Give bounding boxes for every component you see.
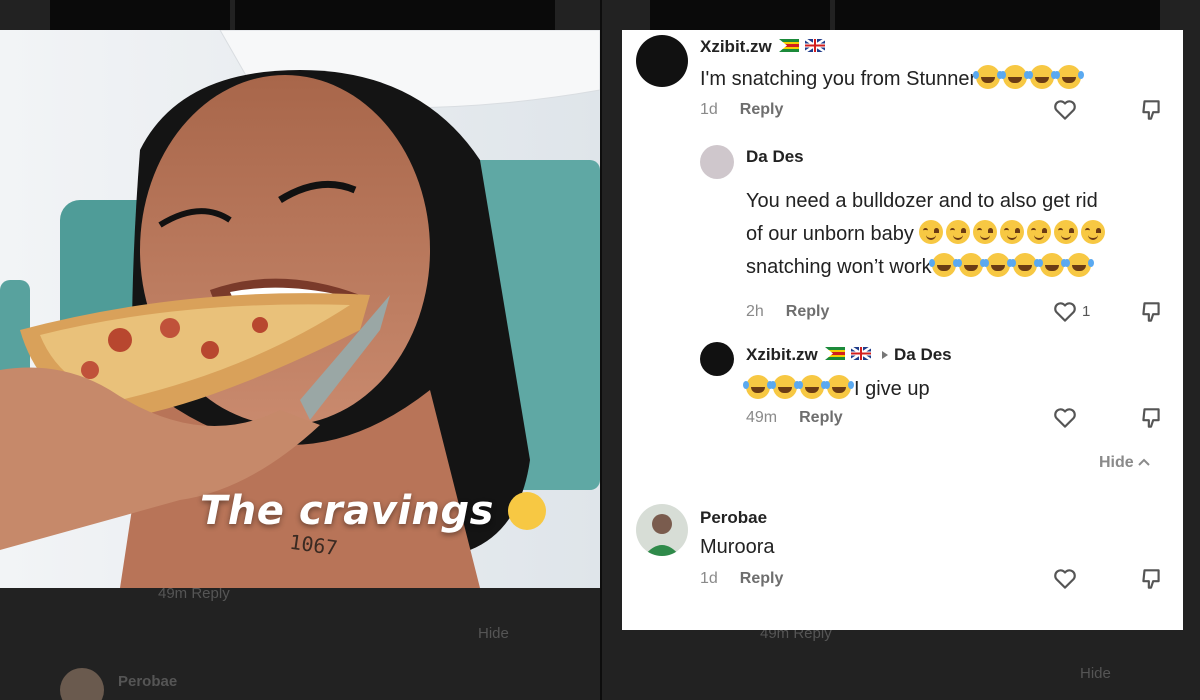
story-caption: The cravings [200, 488, 549, 534]
comment-text-content: I'm snatching you from Stunner [700, 68, 977, 90]
background-avatar [60, 668, 104, 700]
laughing-emoji-icon [973, 65, 1001, 89]
laughing-emoji-icon [1054, 65, 1082, 89]
relieved-emoji-icon [973, 220, 998, 244]
top-bar-left [650, 0, 830, 30]
zimbabwe-flag-icon [824, 347, 845, 360]
comment-meta: 1d Reply [700, 570, 783, 588]
comment-text: I give up [743, 373, 930, 406]
laughing-emoji-icon [824, 375, 851, 399]
heart-icon[interactable] [1052, 566, 1078, 592]
comment-text-line: snatching won’t work [746, 251, 1108, 284]
laughing-emoji-icon [1036, 253, 1064, 277]
commenter-name[interactable]: Xzibit.zw [700, 37, 826, 57]
avatar[interactable] [636, 504, 688, 556]
zimbabwe-flag-icon [778, 39, 799, 52]
relieved-emoji-icon [1027, 220, 1052, 244]
comment-text: Muroora [700, 536, 775, 558]
commenter-name-text: Xzibit.zw [700, 37, 772, 56]
hide-label: Hide [1099, 454, 1134, 471]
reply-button[interactable]: Reply [786, 303, 830, 320]
reply-button[interactable]: Reply [740, 101, 784, 118]
commenter-name-text: Xzibit.zw [746, 345, 818, 364]
comment-time: 49m [746, 409, 778, 426]
avatar-image [644, 514, 680, 556]
laughing-emoji-icon [770, 375, 797, 399]
dislike-icon[interactable] [1138, 405, 1164, 431]
avatar[interactable] [636, 35, 688, 87]
comments-card: Xzibit.zw I'm snatching you from Stunner… [622, 30, 1183, 630]
laughing-emoji-icon [797, 375, 824, 399]
relieved-emoji-icon [1000, 220, 1025, 244]
comment-time: 1d [700, 101, 718, 118]
background-commenter-name: Perobae [118, 673, 178, 690]
avatar[interactable] [700, 342, 734, 376]
laughing-emoji-icon [982, 253, 1010, 277]
heart-icon[interactable] [1052, 299, 1078, 325]
comment-text-content: I give up [854, 378, 930, 400]
commenter-name[interactable]: Xzibit.zw Da Des [746, 345, 952, 365]
comment-text: I'm snatching you from Stunner [700, 63, 1084, 96]
laughing-emoji-icon [1027, 65, 1055, 89]
top-bar-right [835, 0, 1160, 30]
relieved-emoji-icon [1081, 220, 1106, 244]
relieved-emoji-icon [1054, 220, 1079, 244]
comment-meta: 49m Reply [746, 409, 843, 427]
heart-icon[interactable] [1052, 97, 1078, 123]
avatar[interactable] [700, 145, 734, 179]
comment-time: 2h [746, 303, 764, 320]
play-triangle-icon [881, 351, 888, 359]
reply-button[interactable]: Reply [740, 570, 784, 587]
uk-flag-icon [805, 39, 826, 52]
comment-time: 1d [700, 570, 718, 587]
top-bar-right [235, 0, 555, 30]
laughing-emoji-icon [955, 253, 983, 277]
dislike-icon[interactable] [1138, 299, 1164, 325]
comment-meta: 1d Reply [700, 101, 783, 119]
laughing-emoji-icon [1009, 253, 1037, 277]
background-hide-label: Hide [1080, 665, 1111, 682]
comment-text-line: You need a bulldozer and to also get rid [746, 190, 1098, 212]
commenter-name[interactable]: Da Des [746, 147, 804, 167]
commenter-name[interactable]: Perobae [700, 508, 767, 528]
selfie-photo: 1067 The cravings [0, 30, 600, 588]
laughing-emoji-icon [743, 375, 770, 399]
laughing-emoji-icon [1000, 65, 1028, 89]
like-count: 1 [1082, 303, 1091, 320]
relieved-emoji-icon [919, 220, 944, 244]
heart-icon[interactable] [1052, 405, 1078, 431]
dislike-icon[interactable] [1138, 97, 1164, 123]
left-story-panel: 49m Reply Hide Perobae 1067 The cravings [0, 0, 600, 700]
laughing-emoji-icon [928, 253, 956, 277]
crying-emoji-icon [508, 492, 547, 530]
chevron-up-icon [1138, 458, 1150, 466]
hide-replies-button[interactable]: Hide [1099, 454, 1150, 472]
comment-meta: 2h Reply [746, 303, 829, 321]
comment-text-content: snatching won’t work [746, 256, 932, 278]
uk-flag-icon [851, 347, 872, 360]
laughing-emoji-icon [1063, 253, 1091, 277]
reply-to-name[interactable]: Da Des [894, 345, 952, 364]
caption-text: The cravings [200, 488, 494, 534]
comment-text-line: of our unborn baby [746, 218, 1108, 251]
comment-text-content: of our unborn baby [746, 223, 914, 245]
relieved-emoji-icon [946, 220, 971, 244]
comment-text: You need a bulldozer and to also get rid… [746, 185, 1108, 284]
dislike-icon[interactable] [1138, 566, 1164, 592]
background-hide-label: Hide [478, 625, 509, 642]
top-bar-left [50, 0, 230, 30]
reply-button[interactable]: Reply [799, 409, 843, 426]
